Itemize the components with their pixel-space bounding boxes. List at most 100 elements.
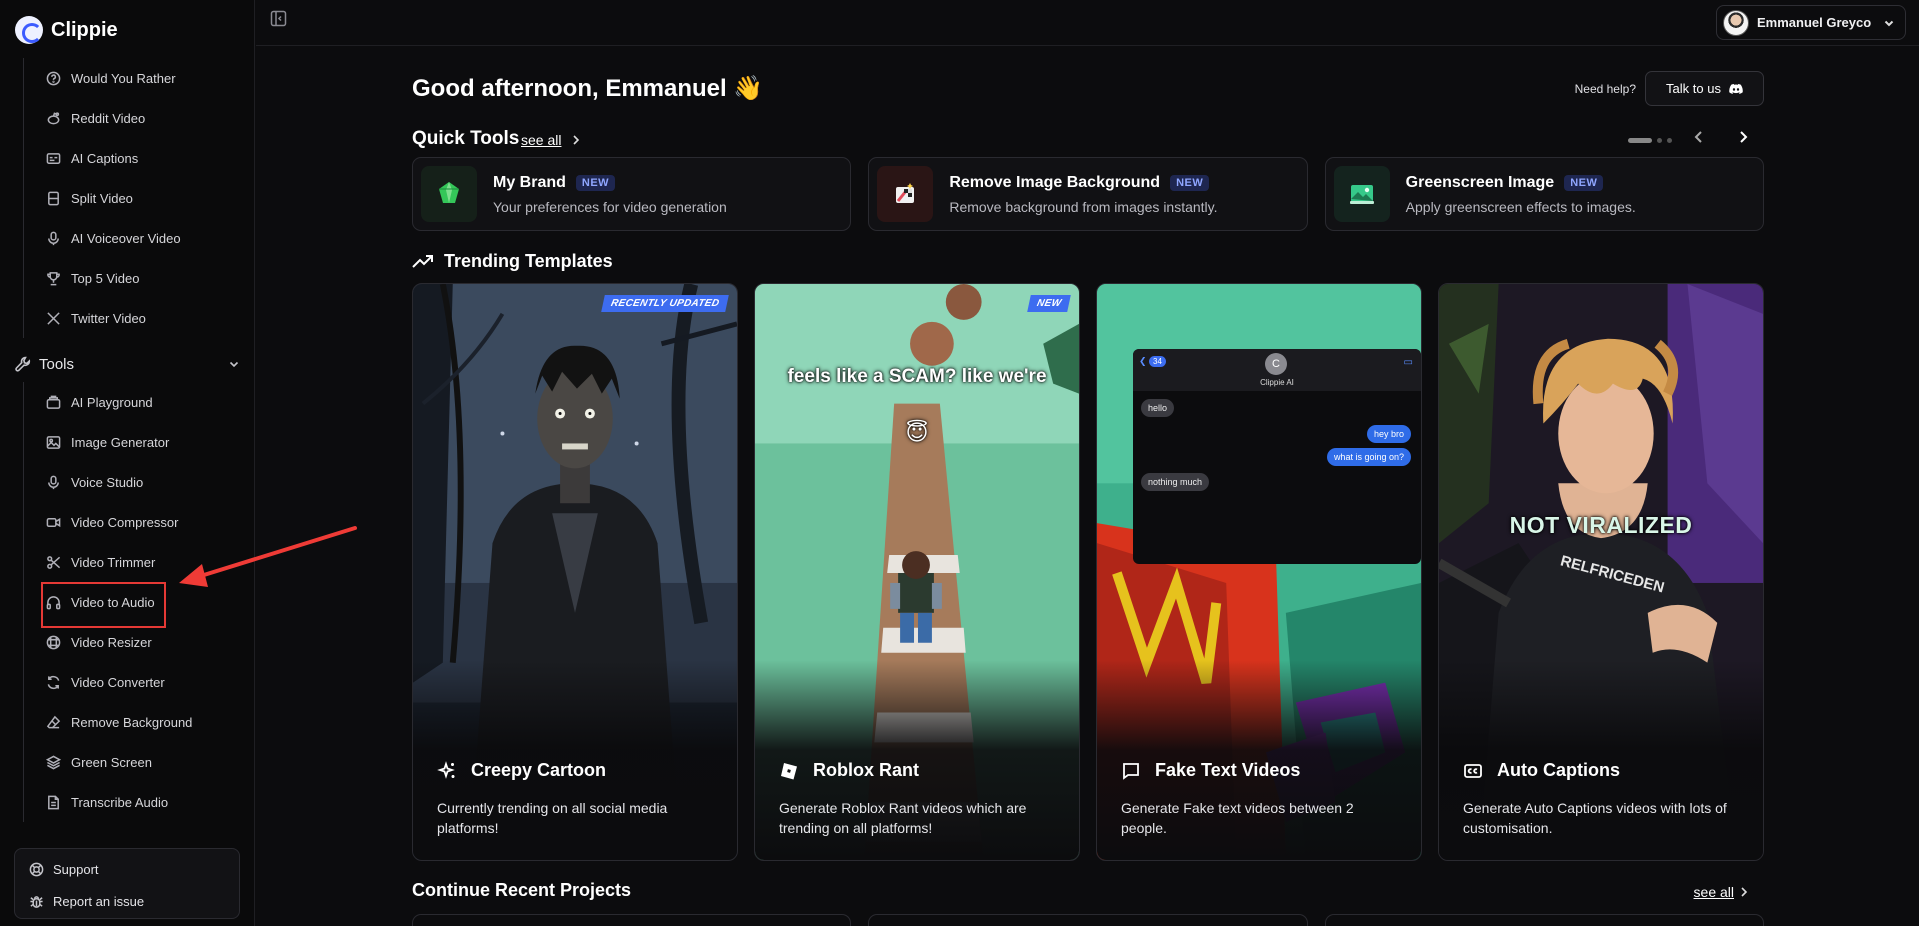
recent-project-card[interactable] [868,914,1308,926]
app-root: Clippie Would You Rather Reddit Video AI… [0,0,1919,926]
report-label: Report an issue [53,893,145,909]
sidebar-item-top-5-video[interactable]: Top 5 Video [24,258,233,298]
sparkles-icon [437,760,455,779]
sidebar-toggle-icon[interactable] [270,10,287,27]
sidebar-item-video-converter[interactable]: Video Converter [24,662,233,702]
sidebar-item-ai-captions[interactable]: AI Captions [24,138,233,178]
sidebar-item-split-video[interactable]: Split Video [24,178,233,218]
tool-card-remove-image-background[interactable]: Remove Image Background NEW Remove backg… [868,157,1308,231]
sidebar-item-label: Video to Audio [71,594,155,610]
tool-name: Greenscreen Image [1405,173,1555,191]
template-title-row: Creepy Cartoon [437,760,606,781]
eraser-icon [46,715,61,728]
sidebar-item-label: Video Trimmer [71,554,156,570]
template-title-row: Roblox Rant [779,760,919,781]
sidebar-item-ai-playground[interactable]: AI Playground [24,382,233,422]
recent-project-card[interactable] [412,914,852,926]
carousel-next-button[interactable] [1736,130,1758,152]
sidebar-item-label: Video Resizer [71,634,152,650]
chat-header: ❮ 34 C Clippie AI ▭ [1133,349,1421,391]
sidebar-item-transcribe-audio[interactable]: Transcribe Audio [24,782,233,822]
sidebar-item-green-screen[interactable]: Green Screen [24,742,233,782]
tool-card-greenscreen-image[interactable]: Greenscreen Image NEW Apply greenscreen … [1324,157,1764,231]
sidebar-section-tools[interactable]: Tools [15,352,240,376]
chevron-right-icon [1741,887,1748,897]
discord-icon [1729,83,1743,94]
chevron-down-icon [1884,20,1894,26]
cc-icon [1464,763,1482,778]
support-label: Support [53,861,99,877]
pager-dot[interactable] [1657,138,1662,143]
sidebar-item-video-resizer[interactable]: Video Resizer [24,622,233,662]
template-description: Generate Auto Captions videos with lots … [1463,800,1727,836]
resize-icon [46,635,61,649]
sidebar-item-would-you-rather[interactable]: Would You Rather [24,58,233,98]
support-panel: Support Report an issue [14,848,240,919]
tool-description: Apply greenscreen effects to images. [1405,198,1636,215]
sidebar-item-label: Top 5 Video [71,270,140,286]
recently-updated-badge: RECENTLY UPDATED [601,295,729,312]
template-name: Roblox Rant [813,760,919,780]
sidebar-tools-list: AI Playground Image Generator Voice Stud… [23,382,233,822]
tool-card-my-brand[interactable]: My Brand NEW Your preferences for video … [412,157,852,231]
support-link[interactable]: Support [15,853,239,885]
user-menu-button[interactable]: Emmanuel Greyco [1716,5,1906,40]
chat-mockup: ❮ 34 C Clippie AI ▭ hello hey bro what i… [1133,349,1421,564]
carousel-prev-button[interactable] [1692,130,1714,152]
layers-icon [46,755,61,769]
recent-project-card[interactable] [1324,914,1764,926]
captions-icon [46,152,61,164]
sidebar: Clippie Would You Rather Reddit Video AI… [0,0,255,926]
magic-wand-icon [877,166,934,222]
unread-count: 34 [1149,356,1166,367]
sidebar-item-label: Video Converter [71,674,165,690]
recent-projects-see-all-link[interactable]: see all [1694,884,1734,900]
lifebuoy-icon [29,862,44,876]
contact-name: Clippie AI [1260,378,1294,387]
template-card-auto-captions[interactable]: NOT VIRALIZED RELFRICEDEN Auto Captions … [1438,283,1764,861]
pager-dot-active[interactable] [1628,138,1652,143]
sidebar-item-label: Would You Rather [71,70,176,86]
carousel-pager [1628,138,1672,143]
need-help-label: Need help? [1574,82,1636,96]
sidebar-item-label: Video Compressor [71,514,179,530]
tool-name: Remove Image Background [949,173,1161,191]
message-outgoing: what is going on? [1326,448,1411,466]
template-description: Currently trending on all social media p… [437,800,668,836]
trending-templates-title: Trending Templates [412,251,613,272]
quick-tools-see-all-link[interactable]: see all [521,132,561,148]
sidebar-item-voice-studio[interactable]: Voice Studio [24,462,233,502]
sidebar-item-label: Reddit Video [71,110,146,126]
microphone-icon [48,231,59,245]
sidebar-item-remove-background[interactable]: Remove Background [24,702,233,742]
sidebar-item-reddit-video[interactable]: Reddit Video [24,98,233,138]
template-card-fake-text-videos[interactable]: ❮ 34 C Clippie AI ▭ hello hey bro what i… [1096,283,1422,861]
sidebar-item-twitter-video[interactable]: Twitter Video [24,298,233,338]
playground-icon [46,395,61,409]
sidebar-item-label: Twitter Video [71,310,146,326]
sidebar-item-label: Remove Background [71,714,193,730]
sidebar-item-label: AI Playground [71,394,153,410]
talk-to-us-button[interactable]: Talk to us [1645,71,1764,106]
sidebar-item-ai-voiceover-video[interactable]: AI Voiceover Video [24,218,233,258]
bug-icon [30,895,43,908]
headphones-icon [46,595,61,609]
new-badge: NEW [1170,174,1210,191]
message-incoming: hello [1141,399,1175,417]
caption-overlay: NOT VIRALIZED [1509,512,1693,538]
roblox-icon [781,762,797,779]
message-incoming: nothing much [1141,473,1210,491]
trending-up-icon [412,254,433,268]
pager-dot[interactable] [1667,138,1672,143]
sidebar-item-image-generator[interactable]: Image Generator [24,422,233,462]
image-icon [46,435,61,449]
app-name: Clippie [51,18,118,41]
template-card-roblox-rant[interactable]: feels like a SCAM? like we're 😇 NEW Robl… [754,283,1080,861]
chevron-left-icon: ❮ [1139,356,1147,366]
report-issue-link[interactable]: Report an issue [15,885,239,917]
trending-templates-row: RECENTLY UPDATED Creepy Cartoon Currentl… [412,283,1764,861]
template-card-creepy-cartoon[interactable]: RECENTLY UPDATED Creepy Cartoon Currentl… [412,283,738,861]
sidebar-item-label: Green Screen [71,754,152,770]
app-logo[interactable]: Clippie [15,16,118,44]
refresh-icon [47,675,60,689]
